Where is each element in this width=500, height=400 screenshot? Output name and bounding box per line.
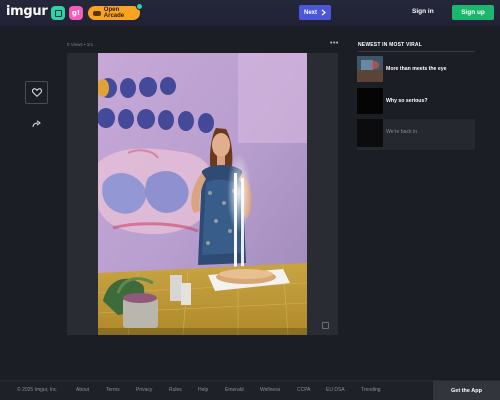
imgur-logo[interactable]: imgur [6,4,48,19]
viral-item[interactable]: More than meets the eye [357,56,475,83]
footer-link-terms[interactable]: Terms [106,387,120,393]
divider [358,51,475,52]
footer: © 2025 Imgur, Inc About Terms Privacy Ru… [0,380,500,400]
arcade-notification-badge [136,3,143,10]
share-arrow-icon [32,120,41,128]
viral-item-title: Why so serious? [386,98,428,104]
viral-thumbnail [357,119,383,147]
viral-item-title: We're back in [386,129,418,135]
footer-link-privacy[interactable]: Privacy [136,387,152,393]
next-label: Next [303,9,317,16]
newest-viral-heading: NEWEST IN MOST VIRAL [358,42,422,48]
footer-link-emerald[interactable]: Emerald [225,387,244,393]
sign-up-button[interactable]: Sign up [452,5,494,20]
open-arcade-button[interactable]: Open Arcade [88,6,140,20]
more-options-button[interactable]: ••• [330,40,339,47]
footer-link-eu-dsa[interactable]: EU DSA [326,387,345,393]
footer-link-wellness[interactable]: Wellness [260,387,280,393]
footer-link-rules[interactable]: Rules [169,387,182,393]
footer-link-help[interactable]: Help [198,387,208,393]
share-button[interactable] [30,117,44,131]
get-the-app-button[interactable]: Get the App [433,381,500,400]
viral-thumbnail [357,56,383,82]
footer-link-ccpa[interactable]: CCPA [297,387,311,393]
post-image[interactable] [98,53,307,335]
open-arcade-label: Open Arcade [103,7,125,19]
next-post-button[interactable]: Next [299,5,331,20]
viral-item[interactable]: We're back in [357,119,475,150]
sign-in-link[interactable]: Sign in [412,8,434,15]
top-bar: imgur g! Open Arcade Next Sign in Sign u… [0,0,500,26]
post-meta: 0 Views • 1m [67,42,94,47]
viral-item-title: More than meets the eye [386,66,447,72]
copyright-text: © 2025 Imgur, Inc [17,387,57,393]
favorite-button[interactable] [25,81,48,104]
zoom-expand-icon[interactable] [322,322,329,329]
heart-icon [31,88,42,97]
footer-link-trending[interactable]: Trending [361,387,381,393]
viral-item[interactable]: Why so serious? [357,88,475,115]
footer-link-about[interactable]: About [76,387,89,393]
gif-square-icon[interactable]: g! [69,6,83,20]
upload-square-icon[interactable] [51,6,65,20]
arcade-gamepad-icon [93,10,101,16]
viral-thumbnail [357,88,383,114]
birthday-photo-illustration [98,53,307,335]
chevron-right-icon [321,9,326,16]
